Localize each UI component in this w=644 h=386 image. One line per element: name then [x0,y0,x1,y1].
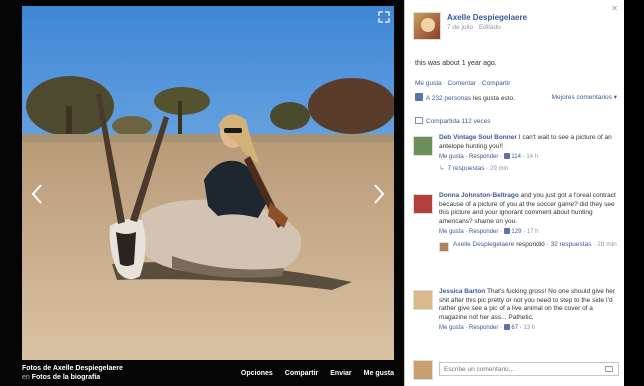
replies-time: · 29 min [486,165,509,172]
replies-time-value: 29 min [490,165,509,172]
likes-count-link[interactable]: A 232 personas [426,95,471,102]
camera-icon[interactable] [605,366,613,372]
comment-like-link[interactable]: Me gusta [439,325,464,331]
write-comment-row [413,358,619,380]
reply-time: · 28 min [593,240,617,248]
comment-time[interactable]: 17 h [527,229,539,235]
share-button[interactable]: Compartir [285,370,318,377]
fullscreen-expand-icon[interactable] [378,10,390,23]
author-avatar[interactable] [413,12,441,40]
thumbs-up-icon [503,153,510,159]
shares-count[interactable]: Compartida 112 veces [415,117,491,125]
post-date[interactable]: 7 de julio [447,24,473,31]
close-icon[interactable]: ✕ [611,4,618,13]
thumbs-up-icon [415,93,423,101]
comment-like-count[interactable]: 129 [511,229,521,235]
edited-label[interactable]: Editado [479,24,501,31]
comment-like-link[interactable]: Me gusta [439,154,464,160]
options-button[interactable]: Opciones [241,370,273,377]
likes-row: A 232 personas les gusta esto. Mejores c… [415,93,617,103]
reply-preview[interactable]: Axelle Despiegelaere respondió · 32 resp… [439,240,617,252]
comment-meta: Me gusta · Responder · 67 · 13 h [439,324,536,331]
commenter-avatar[interactable] [413,136,433,156]
commenter-avatar[interactable] [413,194,433,214]
right-gutter [624,0,644,386]
post-like-link[interactable]: Me gusta [415,80,442,87]
author-name[interactable]: Axelle Despiegelaere [447,12,527,23]
photo-viewer: Fotos de Axelle Despiegelaere en Fotos d… [0,0,404,386]
album-link[interactable]: Fotos de la biografía [32,374,100,381]
reply-count[interactable]: 32 respuestas [551,241,592,248]
photos-of-link[interactable]: Fotos de Axelle Despiegelaere [22,364,123,373]
reply-action: respondió [516,240,545,248]
commenter-name[interactable]: Donna Johnston-Beltrago [439,192,519,199]
current-user-avatar [413,360,433,380]
thumbs-up-icon [503,228,510,234]
comment-like-count[interactable]: 67 [511,325,518,331]
reply-arrow-icon: ↳ [439,164,445,172]
next-photo-arrow-icon[interactable] [370,180,388,208]
like-button[interactable]: Me gusta [364,370,394,377]
comment-reply-link[interactable]: Responder [469,154,498,160]
album-prefix: en [22,374,30,381]
reply-author[interactable]: Axelle Despiegelaere [453,241,514,248]
view-replies-link[interactable]: ↳ 7 respuestas · 29 min [439,165,617,174]
chevron-down-icon: ▾ [613,94,617,101]
commenter-name[interactable]: Jessica Barton [439,288,485,295]
post-meta: 7 de julio · Editado [447,24,501,31]
previous-photo-arrow-icon[interactable] [28,180,46,208]
post-text: this was about 1 year ago. [415,60,497,67]
post-comment-link[interactable]: Comentar [448,80,477,87]
reply-time-value: 28 min [597,240,617,248]
comment-input[interactable] [439,362,619,376]
shares-text: Compartida 112 veces [426,118,491,125]
likes-suffix: les gusta esto. [473,95,515,102]
comment-like-count[interactable]: 114 [511,154,521,160]
post-share-link[interactable]: Compartir [482,80,511,87]
photo[interactable] [22,6,394,360]
post-actions: Me gusta · Comentar · Compartir [415,80,511,87]
send-button[interactable]: Enviar [330,370,351,377]
comment-time[interactable]: 13 h [523,325,535,331]
comment-meta: Me gusta · Responder · 114 · 14 h [439,153,539,160]
oryx-hunting-photo [22,6,394,360]
likes-summary: A 232 personas les gusta esto. [415,93,533,103]
comment-reply-link[interactable]: Responder [469,229,498,235]
post-header: Axelle Despiegelaere 7 de julio · Editad… [413,12,527,40]
comment-meta: Me gusta · Responder · 129 · 17 h [439,228,539,235]
post-details-panel: ✕ Axelle Despiegelaere 7 de julio · Edit… [404,0,624,386]
comment-time[interactable]: 14 h [526,154,538,160]
replies-count: 7 respuestas [447,164,485,172]
thumbs-up-icon [503,324,510,330]
comment-like-link[interactable]: Me gusta [439,229,464,235]
share-icon [415,117,423,124]
comment-reply-link[interactable]: Responder [469,325,498,331]
commenter-avatar[interactable] [413,290,433,310]
best-comments-dropdown[interactable]: Mejores comentarios ▾ [552,93,617,103]
photo-caption-bar: Fotos de Axelle Despiegelaere en Fotos d… [22,360,394,386]
best-comments-label: Mejores comentarios [551,94,612,101]
photo-actions: Opciones Compartir Enviar Me gusta [241,370,394,377]
reply-author-avatar [439,241,449,252]
photo-source: Fotos de Axelle Despiegelaere en Fotos d… [22,364,123,382]
commenter-name[interactable]: Deb Vintage Soul Bonner [439,134,517,141]
